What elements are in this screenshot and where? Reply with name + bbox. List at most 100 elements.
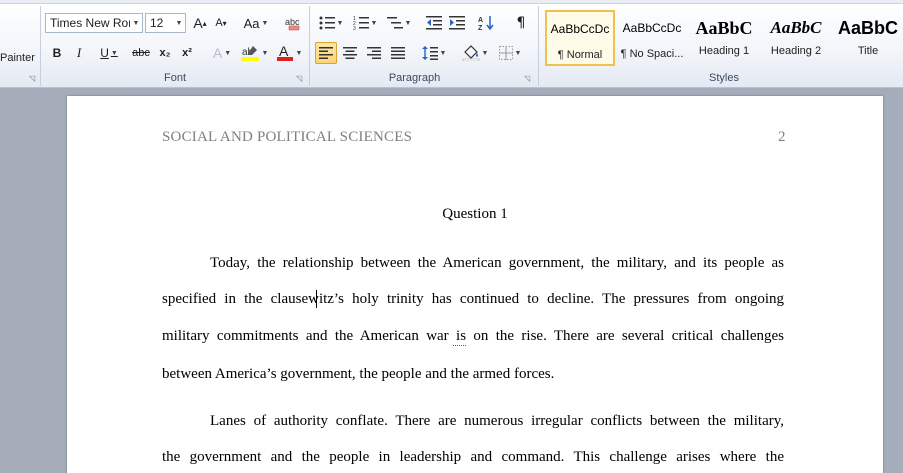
- style-title[interactable]: AaBbC Title: [833, 10, 903, 66]
- paint-bucket-icon: [462, 45, 479, 61]
- page-header-title: SOCIAL AND POLITICAL SCIENCES: [162, 129, 413, 145]
- group-separator: [40, 6, 41, 86]
- justify-button[interactable]: [387, 42, 409, 64]
- style-sample: AaBbCcDc: [550, 22, 610, 36]
- multilevel-list-button[interactable]: ▼: [384, 12, 414, 34]
- increase-indent-button[interactable]: [447, 12, 467, 34]
- style-heading-1[interactable]: AaBbC Heading 1: [689, 10, 759, 66]
- italic-button[interactable]: I: [70, 42, 88, 64]
- style-sample: AaBbCcDc: [622, 21, 682, 35]
- text-cursor: [316, 290, 317, 308]
- style-name: Heading 1: [698, 45, 750, 57]
- strikethrough-icon: abc: [132, 47, 150, 59]
- grow-font-icon: A: [193, 15, 203, 31]
- style-name: ¶ No Spaci...: [620, 48, 684, 60]
- text-effects-icon: A: [212, 45, 223, 61]
- decrease-indent-button[interactable]: [424, 12, 444, 34]
- style-heading-2[interactable]: AaBbC Heading 2: [761, 10, 831, 66]
- paragraph-line: between America’s government, the people…: [162, 366, 555, 382]
- font-dialog-launcher-icon[interactable]: ◹: [296, 75, 304, 83]
- paragraph-line: Today, the relationship between the Amer…: [210, 255, 784, 271]
- font-color-button[interactable]: A ▼: [274, 42, 304, 64]
- font-name-value: Times New Rom: [50, 16, 130, 30]
- align-right-button[interactable]: [363, 42, 385, 64]
- svg-text:A: A: [478, 17, 483, 24]
- line-spacing-button[interactable]: ▼: [419, 42, 449, 64]
- style-no-spacing[interactable]: AaBbCcDc ¶ No Spaci...: [617, 10, 687, 66]
- paragraph-line: specified in the clausewitz’s holy trini…: [162, 291, 784, 307]
- superscript-button[interactable]: x²: [177, 42, 197, 64]
- underline-button[interactable]: U ▼: [92, 42, 126, 64]
- decrease-indent-icon: [426, 16, 442, 30]
- font-size-value: 12: [150, 16, 164, 30]
- chevron-down-icon[interactable]: ▼: [173, 20, 185, 27]
- change-case-button[interactable]: Aa ▼: [242, 12, 270, 34]
- font-color-icon: A: [276, 44, 293, 61]
- group-separator: [538, 6, 539, 86]
- bullets-icon: [319, 16, 335, 30]
- style-name: Title: [857, 45, 879, 57]
- svg-text:Z: Z: [478, 25, 483, 31]
- font-group-label: Font: [163, 72, 186, 84]
- clear-formatting-button[interactable]: abc: [282, 12, 304, 34]
- numbering-button[interactable]: 123 ▼: [350, 12, 380, 34]
- grow-font-button[interactable]: A ▴: [190, 12, 210, 34]
- clipboard-dialog-launcher-icon[interactable]: ◹: [29, 75, 37, 83]
- format-painter-button[interactable]: Painter: [0, 52, 35, 64]
- text-effects-button[interactable]: A ▼: [208, 42, 236, 64]
- change-case-icon: Aa: [243, 15, 260, 31]
- superscript-icon: x²: [182, 47, 192, 59]
- font-name-combo[interactable]: Times New Rom ▼: [45, 13, 143, 33]
- style-sample: AaBbC: [770, 18, 822, 37]
- numbering-icon: 123: [353, 16, 369, 30]
- bold-icon: B: [52, 46, 62, 60]
- svg-text:3: 3: [353, 26, 356, 30]
- style-name: ¶ Normal: [557, 49, 603, 61]
- align-center-button[interactable]: [339, 42, 361, 64]
- subscript-icon: x₂: [159, 47, 171, 59]
- align-center-icon: [343, 47, 357, 59]
- page-number: 2: [778, 129, 786, 145]
- justify-icon: [391, 47, 405, 59]
- highlighter-icon: ab: [240, 46, 259, 61]
- question-heading: Question 1: [442, 206, 508, 222]
- bullets-button[interactable]: ▼: [316, 12, 346, 34]
- styles-group-label: Styles: [709, 72, 739, 84]
- shading-button[interactable]: ▼: [459, 42, 491, 64]
- ribbon: Painter ◹ Times New Rom ▼ 12 ▼ A ▴ A ▾ Aa ▼…: [0, 0, 903, 88]
- align-left-button[interactable]: [315, 42, 337, 64]
- multilevel-list-icon: [386, 17, 403, 29]
- style-name: Heading 2: [770, 45, 822, 57]
- grammar-squiggle: [453, 344, 466, 346]
- pilcrow-icon: ¶: [516, 15, 526, 31]
- ribbon-top-border: [0, 0, 903, 4]
- subscript-button[interactable]: x₂: [155, 42, 175, 64]
- font-size-combo[interactable]: 12 ▼: [145, 13, 186, 33]
- align-right-icon: [367, 47, 381, 59]
- bold-button[interactable]: B: [48, 42, 66, 64]
- style-sample: AaBbC: [695, 18, 753, 38]
- group-separator: [309, 6, 310, 86]
- line-spacing-icon: [421, 46, 438, 60]
- shrink-font-button[interactable]: A ▾: [211, 12, 231, 34]
- svg-text:abc: abc: [285, 17, 300, 27]
- strikethrough-button[interactable]: abc: [128, 42, 154, 64]
- paragraph-line: Lanes of authority conflate. There are n…: [210, 413, 784, 429]
- sort-icon: AZ: [478, 16, 494, 31]
- show-formatting-marks-button[interactable]: ¶: [511, 12, 531, 34]
- style-normal[interactable]: AaBbCcDc ¶ Normal: [545, 10, 615, 66]
- paragraph-dialog-launcher-icon[interactable]: ◹: [524, 75, 532, 83]
- style-sample: AaBbC: [837, 18, 898, 38]
- highlight-color-button[interactable]: ab ▼: [238, 42, 270, 64]
- chevron-down-icon[interactable]: ▼: [130, 20, 142, 27]
- document-page[interactable]: SOCIAL AND POLITICAL SCIENCES 2 Question…: [67, 96, 883, 473]
- sort-button[interactable]: AZ: [476, 12, 498, 34]
- shrink-font-icon: A: [215, 17, 223, 29]
- align-left-icon: [319, 47, 333, 59]
- paragraph-group-label: Paragraph: [388, 72, 441, 84]
- borders-icon: [498, 46, 513, 60]
- underline-icon: U: [100, 46, 109, 60]
- paragraph-line: military commitments and the American wa…: [162, 328, 784, 344]
- increase-indent-icon: [449, 16, 465, 30]
- borders-button[interactable]: ▼: [495, 42, 525, 64]
